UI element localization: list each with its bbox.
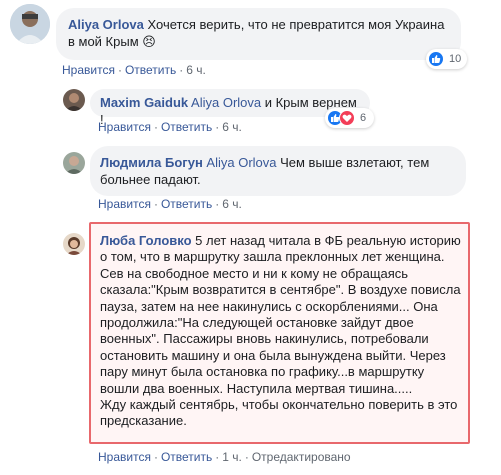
avatar[interactable] — [63, 233, 85, 255]
comment-actions: Нравится · Ответить · 6 ч. — [62, 63, 206, 77]
comment-actions: Нравится · Ответить · 1 ч. · Отредактировано — [98, 450, 351, 464]
comment-bubble: Людмила Богун Aliya Orlova Чем выше взле… — [90, 146, 466, 196]
avatar[interactable] — [10, 4, 50, 44]
avatar[interactable] — [63, 89, 85, 111]
like-link[interactable]: Нравится — [62, 63, 115, 77]
comment-actions: Нравится · Ответить · 6 ч. — [98, 120, 242, 134]
avatar[interactable] — [63, 152, 85, 174]
timestamp[interactable]: 6 ч. — [222, 197, 242, 211]
comment-actions: Нравится · Ответить · 6 ч. — [98, 197, 242, 211]
comment-author[interactable]: Люба Головко — [100, 233, 192, 248]
persevering-face-emoji: 😣 — [142, 35, 156, 50]
love-reaction-icon — [339, 110, 355, 126]
user-photo-icon — [63, 89, 85, 111]
comment-text-continued: Жду каждый сентябрь, чтобы окончательно … — [100, 397, 458, 429]
user-photo-icon — [63, 152, 85, 174]
timestamp[interactable]: 6 ч. — [186, 63, 206, 77]
reply-link[interactable]: Ответить — [161, 450, 212, 464]
timestamp[interactable]: 6 ч. — [222, 120, 242, 134]
comment-author[interactable]: Maxim Gaiduk — [100, 95, 188, 110]
comment-author[interactable]: Aliya Orlova — [68, 17, 144, 32]
reaction-summary[interactable]: 10 — [426, 49, 468, 69]
like-link[interactable]: Нравится — [98, 450, 151, 464]
edited-label[interactable]: Отредактировано — [252, 450, 351, 464]
user-photo-icon — [63, 233, 85, 255]
reaction-count: 6 — [360, 112, 367, 124]
comment-bubble: Aliya Orlova Хочется верить, что не прев… — [56, 8, 461, 60]
user-photo-icon — [10, 4, 50, 44]
like-reaction-icon — [428, 51, 444, 67]
reaction-summary[interactable]: 6 — [325, 108, 375, 128]
comment-bubble: Люба Головко 5 лет назад читала в ФБ реа… — [92, 228, 467, 434]
reaction-count: 10 — [449, 53, 462, 65]
reply-link[interactable]: Ответить — [161, 120, 212, 134]
mention-link[interactable]: Aliya Orlova — [206, 155, 276, 170]
reply-link[interactable]: Ответить — [125, 63, 176, 77]
like-link[interactable]: Нравится — [98, 120, 151, 134]
mention-link[interactable]: Aliya Orlova — [191, 95, 261, 110]
comment-text: 5 лет назад читала в ФБ реальную историю… — [100, 233, 461, 396]
reply-link[interactable]: Ответить — [161, 197, 212, 211]
timestamp[interactable]: 1 ч. — [222, 450, 242, 464]
comment-author[interactable]: Людмила Богун — [100, 155, 203, 170]
like-link[interactable]: Нравится — [98, 197, 151, 211]
